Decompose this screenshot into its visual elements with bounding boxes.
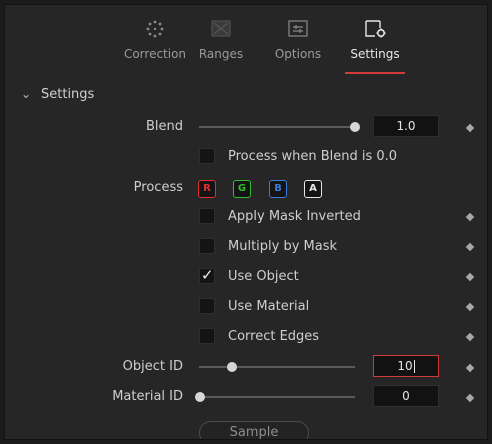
sample-button[interactable]: Sample (199, 421, 309, 439)
settings-panel: Correction Ranges Options Settings ⌄ Set… (4, 4, 488, 440)
checkbox-label: Correct Edges (228, 328, 320, 344)
correction-dots-icon (146, 20, 164, 38)
keyframe-icon[interactable] (465, 302, 475, 312)
keyframe-icon[interactable] (465, 272, 475, 282)
object-id-value: 10 (397, 359, 413, 373)
material-id-field[interactable]: 0 (373, 385, 439, 407)
channel-r-button[interactable]: R (198, 180, 216, 198)
channel-b-button[interactable]: B (269, 180, 287, 198)
tab-ranges-label: Ranges (198, 47, 244, 61)
text-cursor (413, 360, 415, 373)
active-tab-underline (345, 72, 405, 74)
settings-section-header[interactable]: ⌄ Settings (21, 87, 94, 102)
object-id-field[interactable]: 10 (373, 355, 439, 377)
tab-correction[interactable]: Correction (117, 19, 193, 61)
blend-label: Blend (145, 119, 183, 134)
tab-options-label: Options (274, 47, 322, 61)
object-id-label: Object ID (122, 359, 183, 374)
tab-options[interactable]: Options (271, 19, 325, 61)
checkbox-box[interactable] (199, 208, 215, 224)
material-id-keyframe-icon[interactable] (465, 393, 475, 403)
tab-settings[interactable]: Settings (345, 19, 405, 61)
checkbox-label: Use Material (228, 298, 310, 314)
section-title: Settings (41, 87, 95, 102)
material-id-slider-knob[interactable] (195, 392, 205, 402)
apply-mask-inverted-checkbox[interactable]: Apply Mask Inverted (199, 206, 361, 226)
checkbox-box[interactable] (199, 328, 215, 344)
object-id-slider-track[interactable] (199, 366, 355, 368)
keyframe-icon[interactable] (465, 212, 475, 222)
object-id-keyframe-icon[interactable] (465, 363, 475, 373)
checkbox-label: Process when Blend is 0.0 (228, 148, 398, 164)
blend-slider-track[interactable] (199, 126, 355, 128)
checkbox-box[interactable] (199, 148, 215, 164)
use-object-checkbox[interactable]: ✓ Use Object (199, 266, 299, 286)
checkmark-icon: ✓ (201, 266, 214, 284)
checkbox-box[interactable] (199, 298, 215, 314)
chevron-down-icon: ⌄ (21, 87, 32, 101)
material-id-label: Material ID (112, 389, 183, 404)
blend-value-field[interactable]: 1.0 (373, 115, 439, 137)
keyframe-icon[interactable] (465, 242, 475, 252)
correct-edges-checkbox[interactable]: Correct Edges (199, 326, 319, 346)
tab-correction-label: Correction (123, 47, 187, 61)
process-when-blend-checkbox[interactable]: Process when Blend is 0.0 (199, 146, 397, 166)
tab-ranges[interactable]: Ranges (196, 19, 246, 61)
multiply-by-mask-checkbox[interactable]: Multiply by Mask (199, 236, 337, 256)
checkbox-label: Use Object (228, 268, 299, 284)
object-id-slider-knob[interactable] (227, 362, 237, 372)
keyframe-icon[interactable] (465, 332, 475, 342)
checkbox-label: Apply Mask Inverted (228, 208, 361, 224)
tab-settings-label: Settings (350, 47, 400, 61)
ranges-icon (211, 20, 231, 37)
channel-g-button[interactable]: G (233, 180, 251, 198)
blend-slider-knob[interactable] (350, 122, 360, 132)
material-id-slider-track[interactable] (199, 396, 355, 398)
checkbox-box[interactable]: ✓ (199, 266, 215, 284)
settings-gear-icon (365, 20, 386, 38)
use-material-checkbox[interactable]: Use Material (199, 296, 309, 316)
tab-bar: Correction Ranges Options Settings (5, 5, 487, 77)
process-label: Process (133, 180, 183, 195)
checkbox-box[interactable] (199, 238, 215, 254)
checkbox-label: Multiply by Mask (228, 238, 338, 254)
channel-a-button[interactable]: A (304, 180, 322, 198)
options-icon (288, 20, 308, 37)
blend-keyframe-icon[interactable] (465, 123, 475, 133)
